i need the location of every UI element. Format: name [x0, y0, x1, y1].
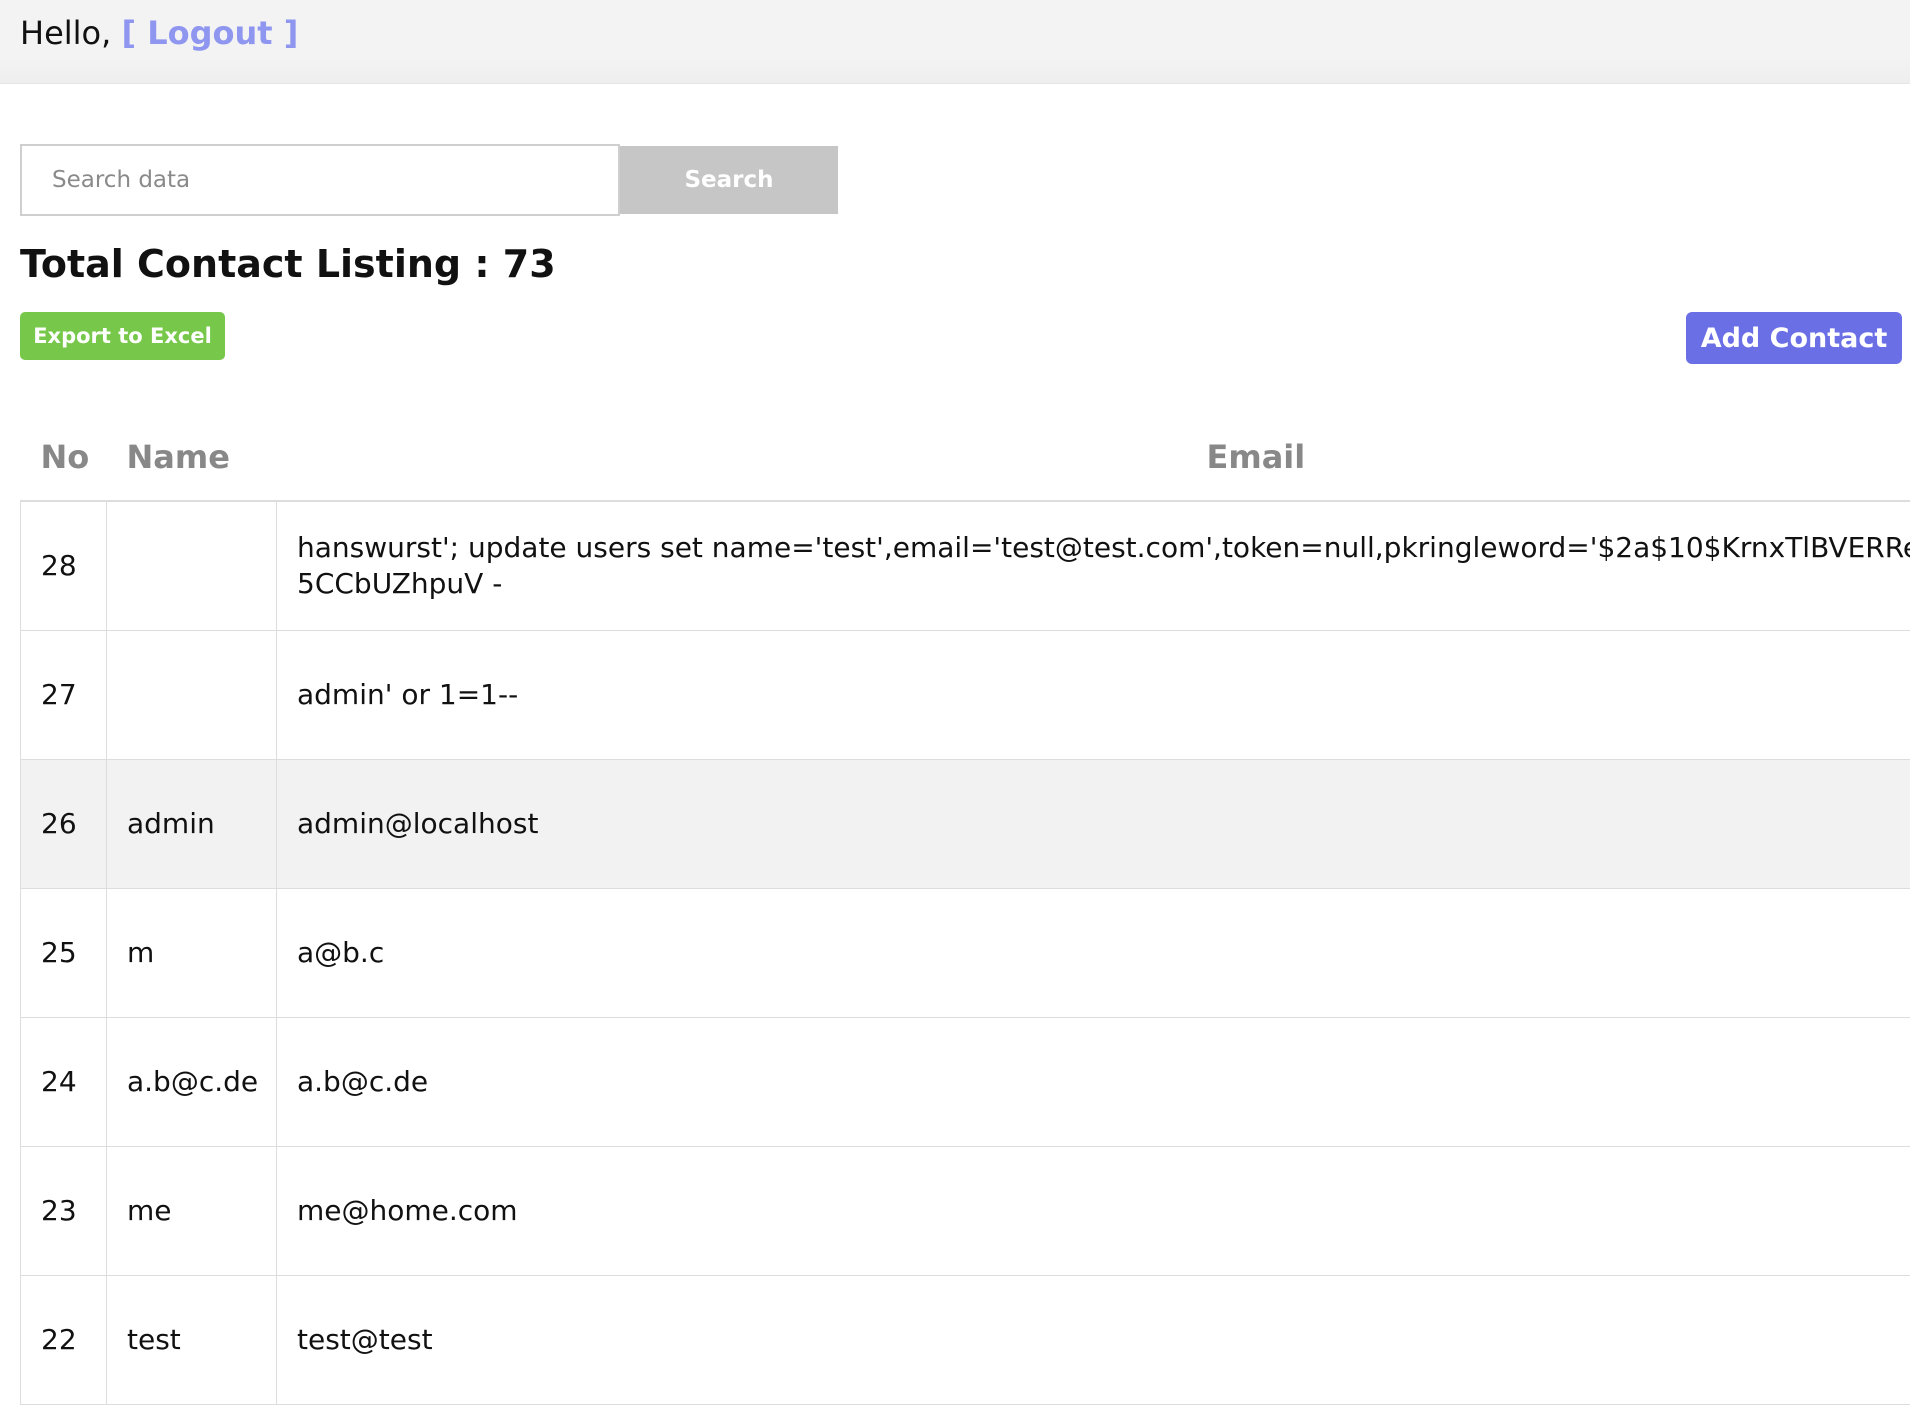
logout-link[interactable]: [ Logout ]	[121, 14, 298, 52]
column-header-email: Email	[276, 414, 1910, 502]
add-contact-button[interactable]: Add Contact	[1686, 312, 1902, 364]
row-email: me@home.com	[276, 1145, 1910, 1276]
row-email: a.b@c.de	[276, 1016, 1910, 1147]
table-row: 27 admin' or 1=1--	[20, 629, 1910, 760]
search-button[interactable]: Search	[620, 146, 838, 214]
table-row: 25 m a@b.c	[20, 887, 1910, 1018]
contacts-table: No Name Email 28 hanswurst'; update user…	[20, 414, 1910, 1405]
row-name: m	[106, 887, 277, 1018]
row-no: 24	[20, 1016, 107, 1147]
row-no: 25	[20, 887, 107, 1018]
export-to-excel-button[interactable]: Export to Excel	[20, 312, 225, 360]
table-header-row: No Name Email	[20, 414, 1910, 502]
column-header-no: No	[20, 414, 107, 502]
row-email: hanswurst'; update users set name='test'…	[276, 500, 1910, 631]
row-email: admin' or 1=1--	[276, 629, 1910, 760]
row-name: me	[106, 1145, 277, 1276]
row-no: 23	[20, 1145, 107, 1276]
row-name: test	[106, 1274, 277, 1405]
row-no: 27	[20, 629, 107, 760]
row-name	[106, 500, 277, 631]
row-name: a.b@c.de	[106, 1016, 277, 1147]
row-name	[106, 629, 277, 760]
row-email: test@test	[276, 1274, 1910, 1405]
page-title: Total Contact Listing : 73	[20, 242, 556, 286]
table-row: 23 me me@home.com	[20, 1145, 1910, 1276]
contacts-table-container: No Name Email 28 hanswurst'; update user…	[20, 414, 1910, 1410]
column-header-name: Name	[106, 414, 277, 502]
table-row: 22 test test@test	[20, 1274, 1910, 1405]
table-row: 24 a.b@c.de a.b@c.de	[20, 1016, 1910, 1147]
row-email: admin@localhost	[276, 758, 1910, 889]
row-no: 26	[20, 758, 107, 889]
top-bar: Hello, [ Logout ]	[0, 0, 1910, 84]
greeting: Hello, [ Logout ]	[20, 14, 298, 52]
table-row: 28 hanswurst'; update users set name='te…	[20, 500, 1910, 631]
table-row: 26 admin admin@localhost	[20, 758, 1910, 889]
row-no: 28	[20, 500, 107, 631]
row-email: a@b.c	[276, 887, 1910, 1018]
search-input[interactable]	[20, 144, 620, 216]
row-name: admin	[106, 758, 277, 889]
row-no: 22	[20, 1274, 107, 1405]
greeting-text: Hello,	[20, 14, 112, 52]
